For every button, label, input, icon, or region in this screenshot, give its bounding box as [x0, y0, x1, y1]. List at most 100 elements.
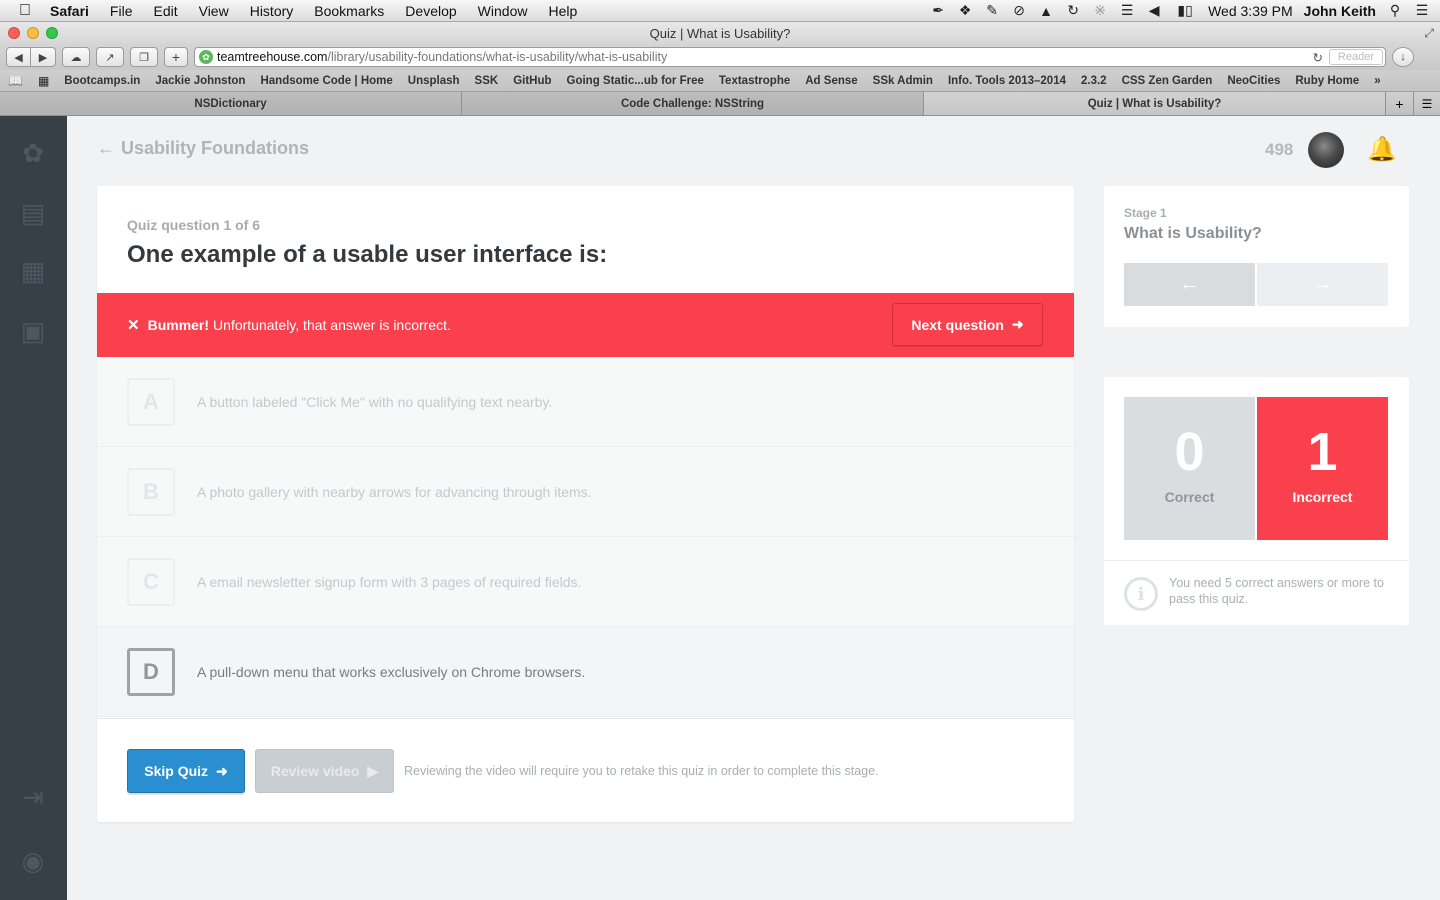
back-button[interactable]: ◀ — [6, 47, 31, 67]
bookmark-item[interactable]: Info. Tools 2013–2014 — [948, 75, 1066, 87]
downloads-button[interactable]: ↓ — [1392, 47, 1414, 67]
menu-safari[interactable]: Safari — [50, 3, 89, 19]
tracks-icon[interactable]: ▤ — [16, 196, 50, 230]
previous-step-button[interactable]: ← — [1124, 263, 1255, 306]
bookmark-item[interactable]: Going Static...ub for Free — [567, 75, 704, 87]
add-tab-icon[interactable]: + — [1386, 92, 1414, 115]
answer-option-b[interactable]: B A photo gallery with nearby arrows for… — [97, 447, 1074, 537]
pass-requirement-text: You need 5 correct answers or more to pa… — [1169, 576, 1384, 606]
course-back-link[interactable]: ← Usability Foundations — [97, 138, 309, 159]
answer-letter: A — [127, 377, 175, 426]
spotlight-icon[interactable]: ⚲ — [1387, 2, 1403, 19]
incorrect-label: Incorrect — [1292, 489, 1353, 505]
address-bar[interactable]: ✿ teamtreehouse.com /library/usability-f… — [194, 47, 1386, 67]
answer-letter: C — [127, 557, 175, 606]
battery-icon[interactable]: ▮▯ — [1173, 2, 1197, 19]
reader-button[interactable]: Reader — [1328, 49, 1383, 65]
answer-option-a[interactable]: A A button labeled "Click Me" with no qu… — [97, 357, 1074, 447]
arrow-right-icon: ➜ — [216, 762, 228, 779]
answer-text: A button labeled "Click Me" with no qual… — [197, 393, 553, 410]
evernote-icon[interactable]: ✎ — [984, 2, 1000, 19]
bookmark-item[interactable]: Textastrophe — [719, 75, 790, 87]
bookmark-item[interactable]: Ruby Home — [1295, 75, 1359, 87]
status-area: ✒ ❖ ✎ ⊘ ▲ ↻ ※ ☰ ◀ ▮▯ Wed 3:39 PM John Ke… — [930, 2, 1430, 19]
answer-letter: D — [127, 647, 175, 696]
drive-icon[interactable]: ▲ — [1038, 3, 1054, 19]
answer-option-d[interactable]: D A pull-down menu that works exclusivel… — [97, 627, 1074, 717]
bookmarks-overflow-icon[interactable]: » — [1374, 75, 1380, 87]
forward-button[interactable]: ▶ — [31, 47, 56, 67]
fullscreen-icon[interactable]: ⤢ — [1424, 26, 1434, 41]
bookmark-item[interactable]: NeoCities — [1227, 75, 1280, 87]
top-sites-icon[interactable]: ▦ — [38, 74, 49, 88]
menu-help[interactable]: Help — [548, 3, 577, 19]
bluetooth-icon[interactable]: ※ — [1092, 2, 1108, 19]
answer-text: A pull-down menu that works exclusively … — [197, 663, 586, 680]
block-icon[interactable]: ⊘ — [1011, 2, 1027, 19]
review-video-button[interactable]: Review video ▶ — [255, 749, 394, 793]
menu-develop[interactable]: Develop — [405, 3, 456, 19]
bookmark-item[interactable]: CSS Zen Garden — [1122, 75, 1213, 87]
traffic-lights — [8, 27, 58, 39]
new-tab-button[interactable]: + — [164, 47, 188, 67]
minimize-window-button[interactable] — [27, 27, 39, 39]
avatar[interactable] — [1308, 132, 1344, 168]
feather-icon[interactable]: ✒ — [930, 2, 946, 19]
reload-icon[interactable]: ↻ — [1312, 50, 1322, 65]
tab-overview-icon[interactable]: ☰ — [1414, 92, 1440, 115]
incorrect-count: 1 — [1307, 422, 1338, 482]
icloud-tabs-button[interactable]: ☁ — [62, 47, 90, 67]
support-icon[interactable]: ◉ — [16, 844, 50, 878]
course-title: Usability Foundations — [121, 138, 310, 158]
menubar-clock[interactable]: Wed 3:39 PM — [1208, 3, 1293, 19]
forum-icon[interactable]: ▣ — [16, 314, 50, 348]
stage-title[interactable]: What is Usability? — [1124, 225, 1262, 243]
dropbox-icon[interactable]: ❖ — [957, 2, 973, 19]
time-machine-icon[interactable]: ↻ — [1065, 2, 1081, 19]
arrow-left-icon: ← — [1179, 273, 1200, 295]
sidebar-button[interactable]: ❐ — [130, 47, 158, 67]
reading-list-icon[interactable]: 📖 — [8, 74, 23, 88]
bookmark-item[interactable]: GitHub — [513, 75, 551, 87]
points-counter[interactable]: 498 — [1265, 140, 1293, 160]
skip-quiz-button[interactable]: Skip Quiz ➜ — [127, 749, 245, 793]
browser-toolbar: ◀ ▶ ☁ ↗ ❐ + ✿ teamtreehouse.com /library… — [0, 44, 1440, 70]
bookmark-item[interactable]: Ad Sense — [805, 75, 857, 87]
mac-menu-bar:  Safari File Edit View History Bookmark… — [0, 0, 1440, 22]
close-window-button[interactable] — [8, 27, 20, 39]
apple-menu-icon[interactable]:  — [14, 2, 36, 20]
treehouse-logo-icon[interactable]: ✿ — [16, 136, 50, 170]
next-step-button[interactable]: → — [1257, 263, 1388, 306]
notification-list-icon[interactable]: ☰ — [1414, 2, 1430, 19]
bookmark-item[interactable]: Unsplash — [408, 75, 460, 87]
zoom-window-button[interactable] — [46, 27, 58, 39]
sign-out-icon[interactable]: ⇥ — [16, 780, 50, 814]
bookmark-item[interactable]: 2.3.2 — [1081, 75, 1107, 87]
score-card: 0 Correct 1 Incorrect i You need 5 corre… — [1104, 377, 1409, 625]
bookmark-item[interactable]: Jackie Johnston — [155, 75, 245, 87]
menu-bookmarks[interactable]: Bookmarks — [314, 3, 384, 19]
bookmark-item[interactable]: SSK — [475, 75, 499, 87]
tab-quiz[interactable]: Quiz | What is Usability? — [924, 92, 1386, 115]
menu-file[interactable]: File — [110, 3, 133, 19]
next-question-button[interactable]: Next question ➜ — [892, 303, 1043, 346]
stage-card: Stage 1 What is Usability? ← → — [1104, 186, 1409, 327]
bookmark-item[interactable]: Bootcamps.in — [64, 75, 140, 87]
volume-icon[interactable]: ◀ — [1146, 2, 1162, 19]
tab-nsdictionary[interactable]: NSDictionary — [0, 92, 462, 115]
bell-icon[interactable]: 🔔 — [1367, 134, 1397, 164]
menu-window[interactable]: Window — [478, 3, 528, 19]
menu-view[interactable]: View — [199, 3, 229, 19]
answer-option-c[interactable]: C A email newsletter signup form with 3 … — [97, 537, 1074, 627]
arrow-left-icon: ← — [97, 138, 115, 158]
bookmark-item[interactable]: SSk Admin — [873, 75, 933, 87]
menubar-user[interactable]: John Keith — [1304, 3, 1376, 19]
bookmark-item[interactable]: Handsome Code | Home — [260, 75, 392, 87]
share-button[interactable]: ↗ — [96, 47, 124, 67]
wifi-icon[interactable]: ☰ — [1119, 2, 1135, 19]
tab-code-challenge[interactable]: Code Challenge: NSString — [462, 92, 924, 115]
menu-history[interactable]: History — [250, 3, 294, 19]
library-icon[interactable]: ▦ — [16, 254, 50, 288]
menu-edit[interactable]: Edit — [153, 3, 177, 19]
answer-text: A email newsletter signup form with 3 pa… — [197, 573, 582, 590]
